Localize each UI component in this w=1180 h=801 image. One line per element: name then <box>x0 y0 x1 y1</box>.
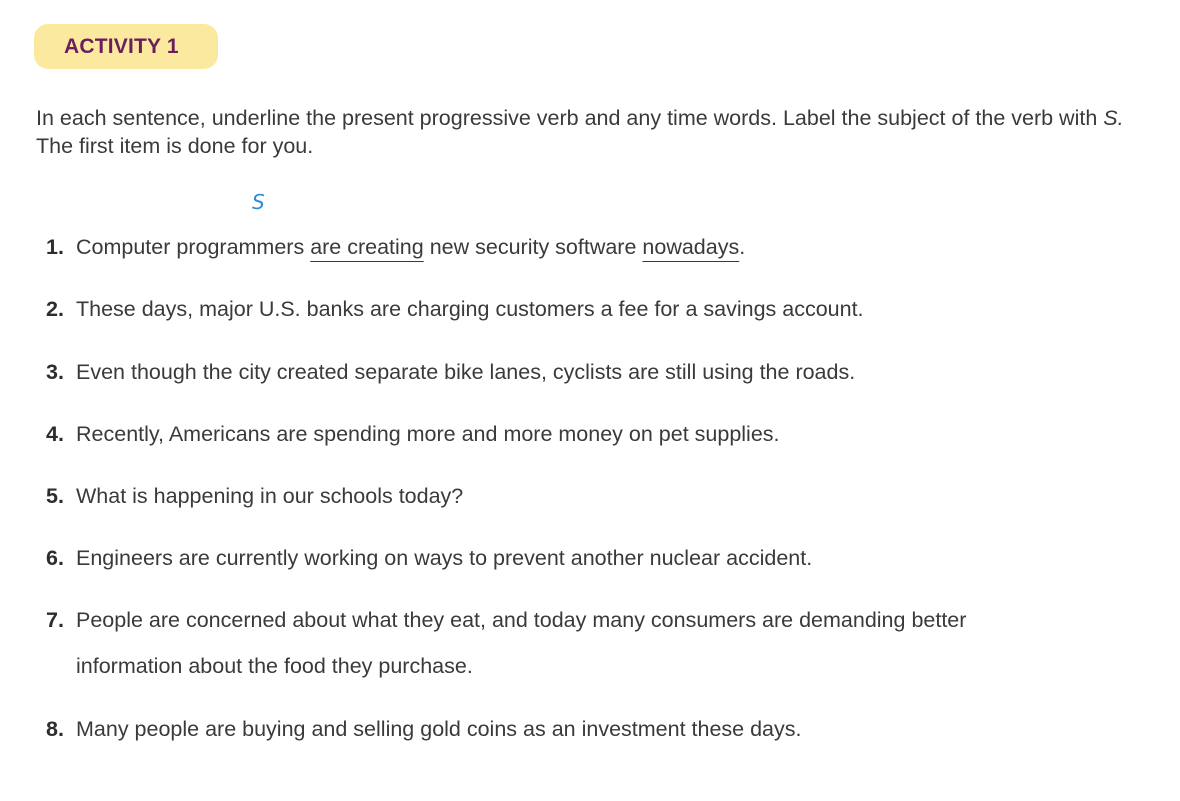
instructions-part1: In each sentence, underline the present … <box>36 106 1104 130</box>
exercise-item-6: 6. Engineers are currently working on way… <box>46 544 1146 572</box>
instructions-part2: The first item is done for you. <box>36 134 314 158</box>
underlined-verb: are creating <box>310 235 424 259</box>
item-text-continuation: information about the food they purchase… <box>76 654 473 678</box>
item-text: These days, major U.S. banks are chargin… <box>76 297 864 321</box>
item-text: What is happening in our schools today? <box>76 484 464 508</box>
exercise-item-7: 7. People are concerned about what they e… <box>46 606 1146 680</box>
exercise-item-4: 4. Recently, Americans are spending more … <box>46 420 1146 448</box>
activity-badge: ACTIVITY 1 <box>34 24 218 69</box>
instructions: In each sentence, underline the present … <box>36 104 1146 160</box>
item-number: 8. <box>46 717 64 741</box>
item-number: 6. <box>46 546 64 570</box>
exercise-item-3: 3. Even though the city created separate … <box>46 358 1146 386</box>
exercise-item-2: 2. These days, major U.S. banks are charg… <box>46 295 1146 323</box>
item-text: Recently, Americans are spending more an… <box>76 422 780 446</box>
exercise-item-5: 5. What is happening in our schools today… <box>46 482 1146 510</box>
exercise-item-8: 8. Many people are buying and selling gol… <box>46 715 1146 743</box>
item-text: People are concerned about what they eat… <box>76 608 967 632</box>
item-number: 1. <box>46 235 64 259</box>
item-number: 7. <box>46 608 64 632</box>
instructions-subject-marker: S. <box>1103 106 1124 130</box>
exercise-item-1: 1. Computer programmers are creating new … <box>46 233 1146 261</box>
item-number: 5. <box>46 484 64 508</box>
item-text: Engineers are currently working on ways … <box>76 546 813 570</box>
item-number: 4. <box>46 422 64 446</box>
activity-label: ACTIVITY 1 <box>64 35 179 58</box>
item-number: 2. <box>46 297 64 321</box>
item-text: Even though the city created separate bi… <box>76 360 856 384</box>
item-text-post: . <box>739 235 746 259</box>
item-text: Many people are buying and selling gold … <box>76 717 802 741</box>
item-text-pre: Computer programmers <box>76 235 311 259</box>
underlined-time-word: nowadays <box>642 235 740 259</box>
item-number: 3. <box>46 360 64 384</box>
item-text-mid: new security software <box>423 235 643 259</box>
subject-annotation: S <box>252 190 265 214</box>
